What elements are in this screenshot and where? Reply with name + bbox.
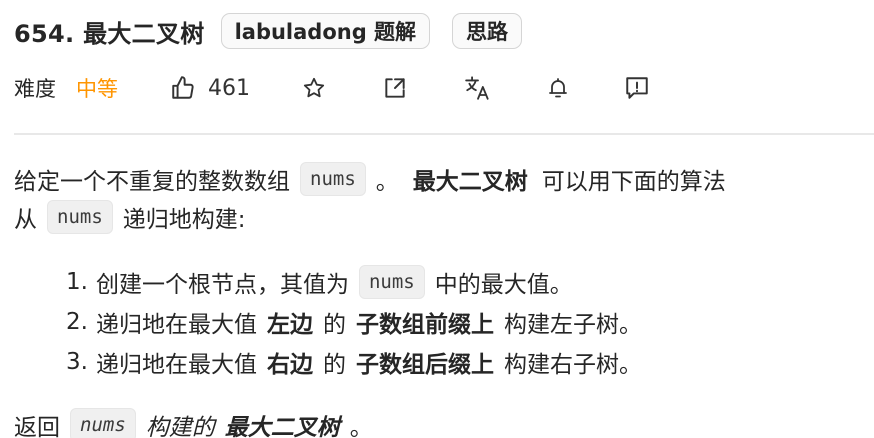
step-text: 创建一个根节点，其值为	[95, 272, 349, 298]
notification-button[interactable]	[546, 75, 570, 101]
favorite-button[interactable]	[302, 76, 326, 100]
share-icon	[382, 75, 408, 101]
step-number: 1.	[66, 269, 88, 295]
like-button[interactable]: 461	[170, 75, 250, 101]
description-text: 。	[349, 415, 373, 438]
title-row: 654. 最大二叉树 labuladong 题解 思路	[14, 10, 523, 52]
bold-term: 子数组后缀上	[355, 352, 494, 378]
list-item: 2. 递归地在最大值 左边 的 子数组前缀上 构建左子树。	[66, 302, 864, 342]
inline-code: nums	[358, 265, 425, 299]
like-count: 461	[208, 75, 250, 101]
inline-code: nums	[70, 408, 136, 438]
share-button[interactable]	[382, 75, 408, 101]
bold-term: 最大二叉树	[412, 169, 528, 195]
inline-code: nums	[47, 200, 113, 234]
problem-description: 给定一个不重复的整数数组 nums 。 最大二叉树 可以用下面的算法 从 num…	[14, 160, 864, 438]
translate-icon	[464, 75, 492, 101]
tag-labuladong-solution[interactable]: labuladong 题解	[220, 13, 431, 49]
feedback-icon	[624, 75, 650, 101]
step-text: 的	[322, 352, 346, 378]
bell-icon	[546, 75, 570, 101]
description-text: 递归地构建:	[122, 207, 246, 233]
description-line: 从 nums 递归地构建:	[14, 198, 864, 236]
problem-page: 654. 最大二叉树 labuladong 题解 思路 难度 中等 461 给定…	[0, 0, 874, 438]
difficulty-value: 中等	[76, 77, 118, 101]
description-text: 。	[375, 169, 399, 195]
description-text: 返回	[14, 415, 60, 438]
description-text: 可以用下面的算法	[541, 169, 726, 195]
bold-term: 左边	[266, 312, 313, 338]
bold-term: 右边	[266, 352, 313, 378]
list-item: 1. 创建一个根节点，其值为 nums 中的最大值。	[66, 262, 864, 302]
divider	[14, 133, 874, 135]
problem-title: 654. 最大二叉树	[14, 19, 205, 48]
inline-code: nums	[300, 162, 366, 196]
bold-term: 子数组前缀上	[355, 312, 494, 338]
step-text: 递归地在最大值	[95, 312, 257, 338]
step-text: 递归地在最大值	[95, 352, 257, 378]
step-text: 的	[322, 312, 346, 338]
description-line: 给定一个不重复的整数数组 nums 。 最大二叉树 可以用下面的算法	[14, 160, 864, 198]
meta-row: 难度 中等 461	[14, 68, 650, 108]
step-text: 构建右子树。	[503, 352, 642, 378]
step-number: 2.	[66, 309, 88, 335]
feedback-button[interactable]	[624, 75, 650, 101]
star-icon	[302, 76, 326, 100]
list-item: 3. 递归地在最大值 右边 的 子数组后缀上 构建右子树。	[66, 342, 864, 382]
difficulty-label: 难度	[14, 77, 56, 101]
algorithm-steps: 1. 创建一个根节点，其值为 nums 中的最大值。 2. 递归地在最大值 左边…	[14, 262, 864, 382]
step-number: 3.	[66, 349, 88, 375]
thumbs-up-icon	[170, 75, 196, 101]
translate-button[interactable]	[464, 75, 492, 101]
tag-approach[interactable]: 思路	[452, 13, 523, 49]
description-text: 从	[14, 207, 37, 233]
bold-term: 最大二叉树	[224, 415, 340, 438]
description-text: 给定一个不重复的整数数组	[14, 169, 290, 195]
step-text: 构建左子树。	[503, 312, 642, 338]
step-text: 中的最大值。	[434, 272, 573, 298]
description-line: 返回 nums 构建的 最大二叉树 。	[14, 406, 864, 438]
italic-text: 构建的	[145, 415, 215, 438]
